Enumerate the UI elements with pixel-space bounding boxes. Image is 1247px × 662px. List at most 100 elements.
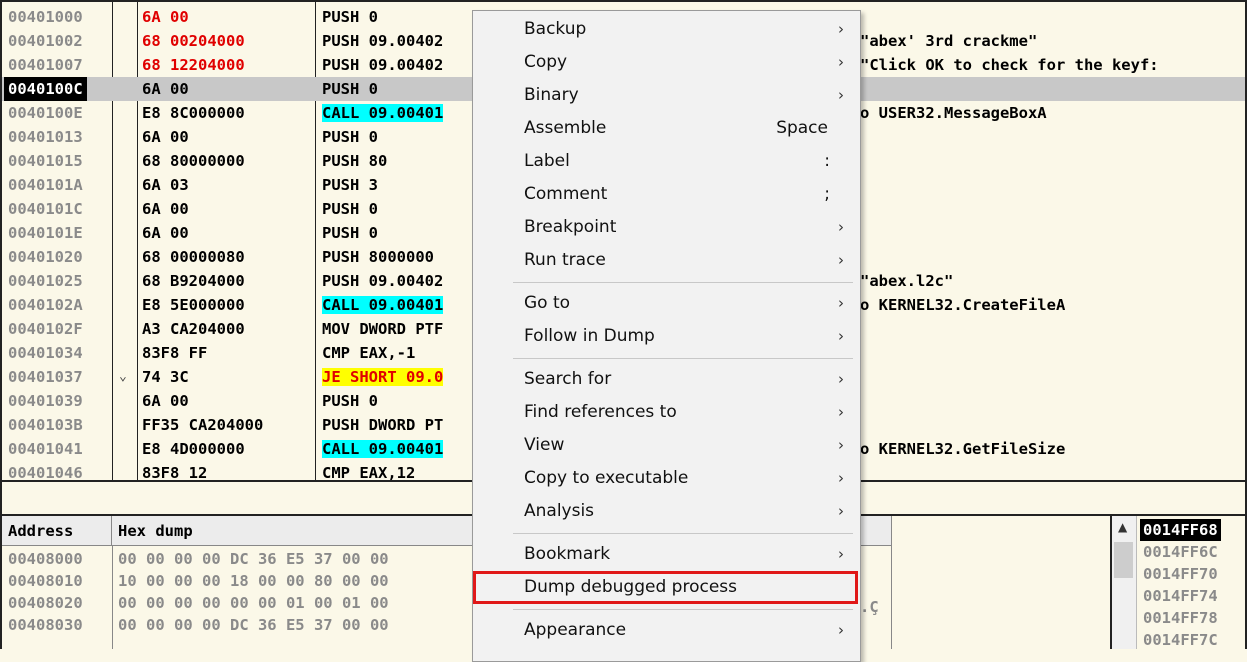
- disasm-comment: o KERNEL32.GetFileSize: [860, 440, 1066, 458]
- disasm-instruction: PUSH DWORD PT: [322, 413, 443, 437]
- disasm-address: 00401020: [8, 248, 83, 266]
- menu-item-go-to[interactable]: Go to ›: [473, 287, 860, 320]
- chevron-right-icon: ›: [838, 502, 844, 520]
- menu-item-label: Find references to: [524, 402, 677, 422]
- menu-item-label: View: [524, 435, 565, 455]
- menu-item-label: Comment: [524, 184, 608, 204]
- disasm-instruction: CALL 09.00401: [322, 101, 444, 125]
- instruction-text: CALL 09.00401: [322, 296, 444, 314]
- disasm-instruction: PUSH 09.00402: [322, 53, 443, 77]
- chevron-right-icon: ›: [838, 469, 844, 487]
- menu-item-view[interactable]: View ›: [473, 429, 860, 462]
- stack-pane[interactable]: ▲ 0014FF68 0014FF6C 0014FF70 0014FF74 0014FF…: [1112, 514, 1247, 649]
- menu-separator: [513, 609, 853, 610]
- menu-item-label: Run trace: [524, 250, 606, 270]
- dump-address: 00408030: [8, 616, 83, 634]
- context-menu[interactable]: Backup › Copy › Binary › Assemble Space Label: Co…: [472, 10, 861, 662]
- instruction-text: MOV DWORD PTF: [322, 320, 444, 338]
- menu-item-label: Go to: [524, 293, 571, 313]
- instruction-text: PUSH 3: [322, 176, 378, 194]
- menu-item-breakpoint[interactable]: Breakpoint ›: [473, 211, 860, 244]
- disasm-instruction: PUSH 09.00402: [322, 269, 443, 293]
- disasm-instruction: PUSH 0: [322, 77, 378, 101]
- stack-row[interactable]: 0014FF7C: [1140, 629, 1221, 649]
- menu-item-binary[interactable]: Binary ›: [473, 79, 860, 112]
- disasm-address: 0040100E: [8, 104, 83, 122]
- menu-shortcut: ;: [824, 184, 830, 204]
- dump-header-address[interactable]: Address: [2, 516, 112, 546]
- disasm-comment: "abex' 3rd crackme": [860, 32, 1038, 50]
- disasm-hex: 6A 00: [142, 224, 189, 242]
- stack-row[interactable]: 0014FF70: [1140, 563, 1221, 585]
- disasm-address: 00401034: [8, 344, 83, 362]
- menu-item-find-references-to[interactable]: Find references to ›: [473, 396, 860, 429]
- dump-hex-bytes: 00 00 00 00 DC 36 E5 37 00 00: [118, 550, 389, 568]
- disasm-hex: FF35 CA204000: [142, 416, 264, 434]
- scrollbar-thumb[interactable]: [1114, 542, 1133, 578]
- chevron-right-icon: ›: [838, 621, 844, 639]
- menu-item-label: Bookmark: [524, 544, 611, 564]
- stack-row[interactable]: 0014FF74: [1140, 585, 1221, 607]
- column-divider: [112, 546, 113, 649]
- instruction-text: PUSH 0: [322, 392, 378, 410]
- disasm-hex: 83F8 12: [142, 464, 208, 482]
- menu-item-search-for[interactable]: Search for ›: [473, 363, 860, 396]
- instruction-text: PUSH DWORD PT: [322, 416, 444, 434]
- disasm-hex: 6A 00: [142, 128, 189, 146]
- stack-row[interactable]: 0014FF68: [1140, 519, 1221, 541]
- disasm-address: 0040102F: [8, 320, 83, 338]
- menu-item-follow-in-dump[interactable]: Follow in Dump ›: [473, 320, 860, 353]
- instruction-text: PUSH 0: [322, 80, 378, 98]
- instruction-text: PUSH 8000000: [322, 248, 434, 266]
- dump-address: 00408000: [8, 550, 83, 568]
- menu-shortcut: :: [824, 151, 830, 171]
- instruction-text: PUSH 0: [322, 224, 378, 242]
- instruction-text: PUSH 0: [322, 8, 378, 26]
- menu-item-dump-debugged-process[interactable]: Dump debugged process: [473, 571, 860, 604]
- disasm-instruction: MOV DWORD PTF: [322, 317, 443, 341]
- menu-item-copy-to-executable[interactable]: Copy to executable ›: [473, 462, 860, 495]
- menu-item-label: Backup: [524, 19, 587, 39]
- chevron-right-icon: ›: [838, 53, 844, 71]
- disasm-hex: 68 80000000: [142, 152, 245, 170]
- disasm-hex: E8 8C000000: [142, 104, 245, 122]
- menu-item-backup[interactable]: Backup ›: [473, 13, 860, 46]
- instruction-text: CALL 09.00401: [322, 440, 444, 458]
- column-divider: [891, 546, 892, 649]
- scroll-up-icon[interactable]: ▲: [1118, 520, 1127, 534]
- menu-item-bookmark[interactable]: Bookmark ›: [473, 538, 860, 571]
- menu-item-assemble[interactable]: Assemble Space: [473, 112, 860, 145]
- chevron-right-icon: ›: [838, 86, 844, 104]
- disasm-address: 00401015: [8, 152, 83, 170]
- menu-item-label[interactable]: Label:: [473, 145, 860, 178]
- disasm-hex: 68 12204000: [142, 56, 245, 74]
- disasm-instruction: PUSH 0: [322, 197, 378, 221]
- disasm-address: 00401037: [8, 368, 83, 386]
- disasm-address: 0040101E: [8, 224, 83, 242]
- menu-item-label: Copy to executable: [524, 468, 689, 488]
- menu-item-analysis[interactable]: Analysis ›: [473, 495, 860, 528]
- instruction-text: PUSH 09.00402: [322, 32, 444, 50]
- disasm-hex: A3 CA204000: [142, 320, 245, 338]
- disasm-instruction: JE SHORT 09.0: [322, 365, 444, 389]
- disasm-hex: 83F8 FF: [142, 344, 208, 362]
- disasm-instruction: PUSH 0: [322, 125, 378, 149]
- dump-address: 00408020: [8, 594, 83, 612]
- stack-row[interactable]: 0014FF6C: [1140, 541, 1221, 563]
- disasm-address: 00401025: [8, 272, 83, 290]
- disasm-hex: 6A 00: [142, 8, 189, 26]
- chevron-right-icon: ›: [838, 251, 844, 269]
- disasm-comment: o KERNEL32.CreateFileA: [860, 296, 1066, 314]
- disasm-instruction: PUSH 80: [322, 149, 387, 173]
- menu-item-copy[interactable]: Copy ›: [473, 46, 860, 79]
- stack-row[interactable]: 0014FF78: [1140, 607, 1221, 629]
- menu-item-label: Follow in Dump: [524, 326, 655, 346]
- disasm-hex: 74 3C: [142, 368, 189, 386]
- stack-scrollbar[interactable]: ▲: [1112, 516, 1137, 649]
- disasm-comment: "abex.l2c": [860, 272, 954, 290]
- disasm-instruction: PUSH 3: [322, 173, 378, 197]
- menu-item-appearance[interactable]: Appearance ›: [473, 614, 860, 647]
- menu-item-comment[interactable]: Comment;: [473, 178, 860, 211]
- instruction-text: CMP EAX,-1: [322, 344, 416, 362]
- menu-item-run-trace[interactable]: Run trace ›: [473, 244, 860, 277]
